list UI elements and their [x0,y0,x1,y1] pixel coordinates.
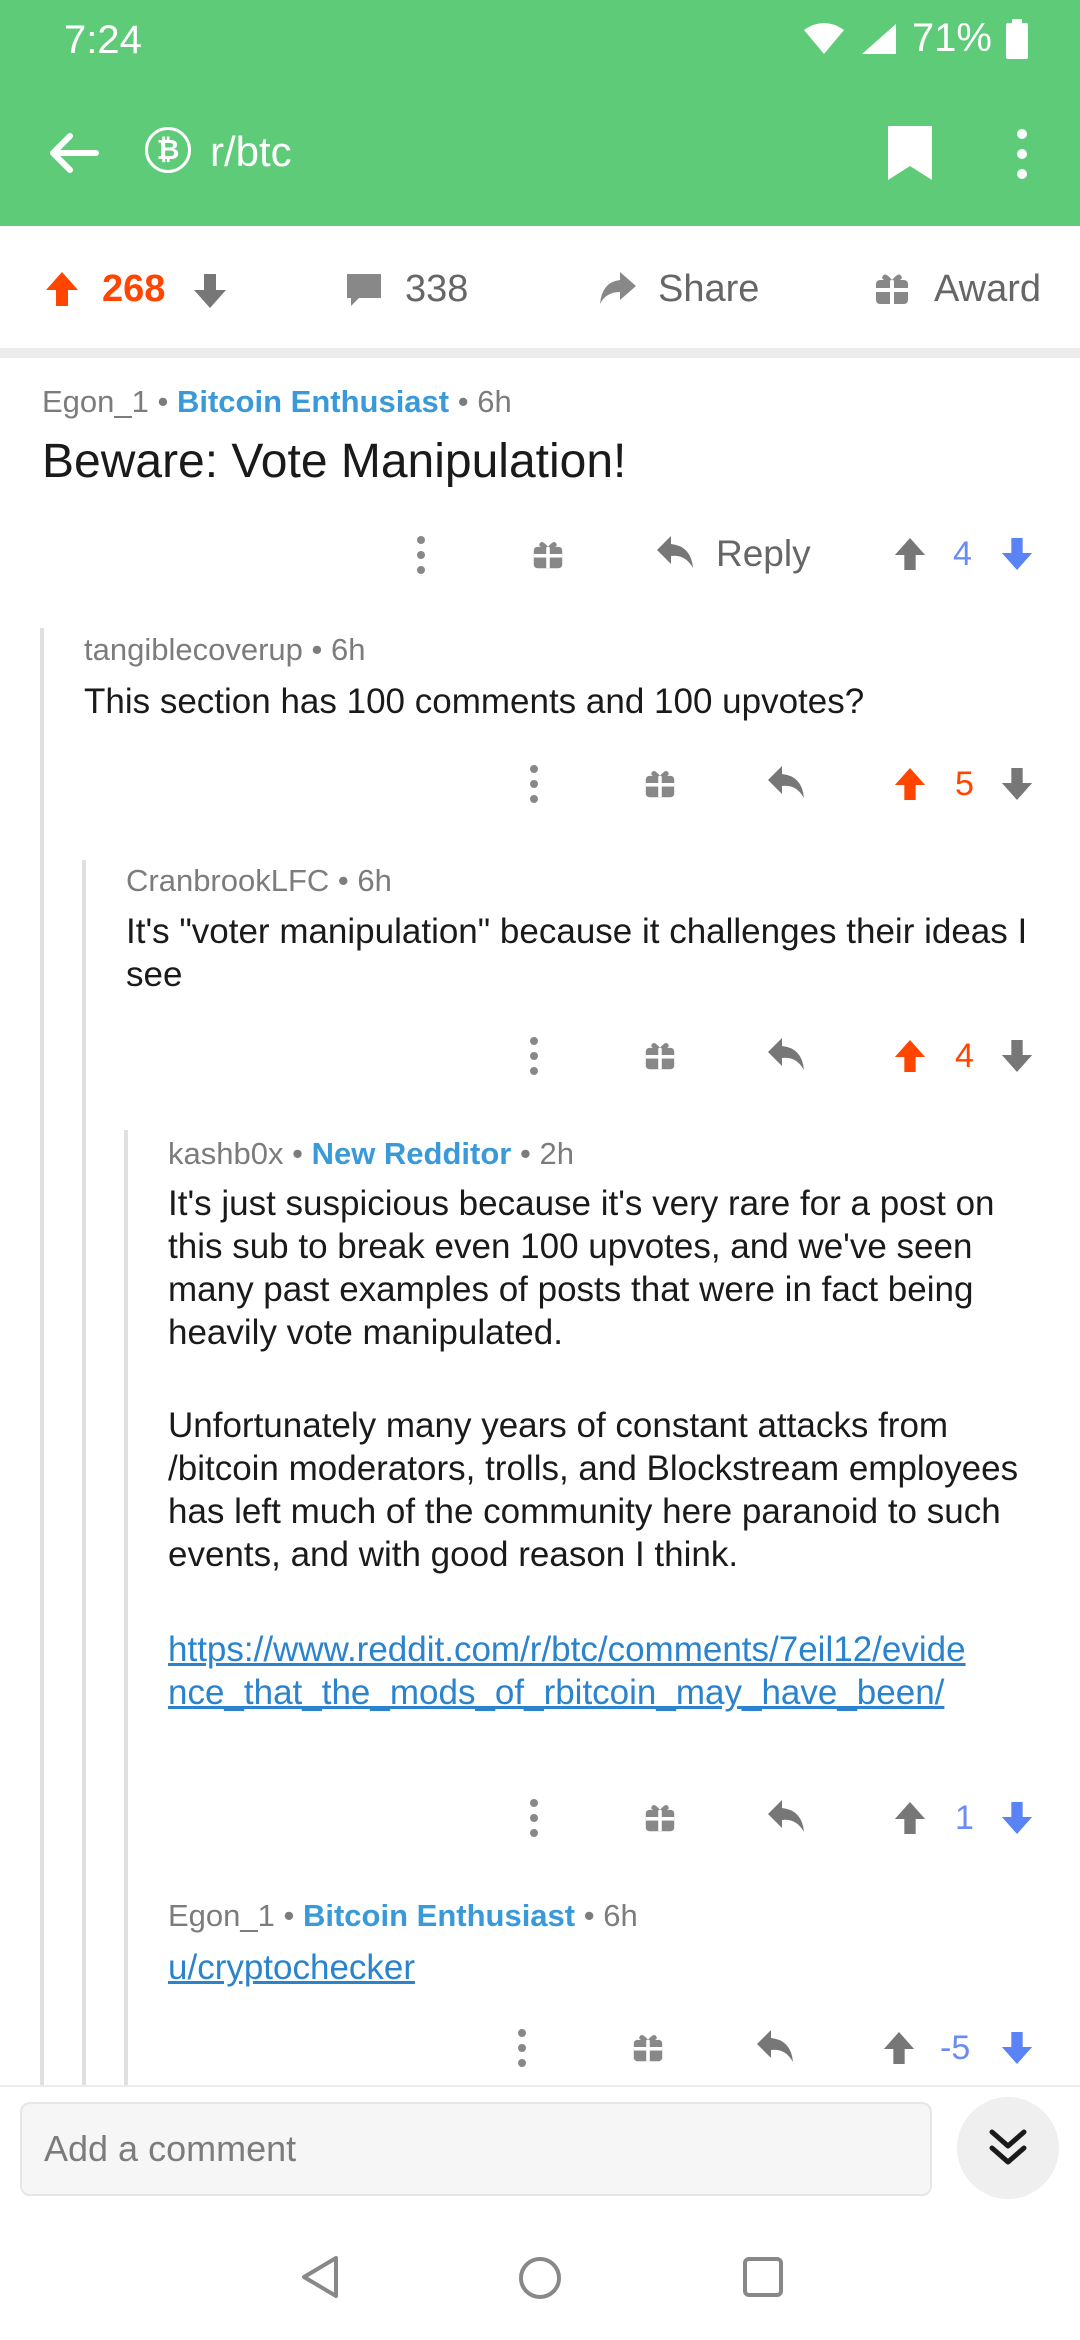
reply-label[interactable]: Reply [716,533,811,575]
more-icon[interactable] [527,764,541,804]
post-score: 268 [102,268,166,310]
thread-line [124,1130,128,2085]
battery-level: 71% [911,16,992,60]
timestamp: 2h [539,1136,574,1171]
comment-meta: kashb0x • New Redditor • 2h [168,1136,574,1171]
recents-nav-icon[interactable] [742,2256,784,2298]
comment-meta: Egon_1 • Bitcoin Enthusiast • 6h [42,384,512,419]
comment-body: It's "voter manipulation" because it cha… [126,912,1028,994]
signal-icon [861,23,896,54]
upvote-icon[interactable] [893,1800,927,1836]
comment-score: -5 [940,2029,971,2067]
wifi-icon [803,22,844,54]
comment-meta: CranbrookLFC • 6h [126,863,392,898]
timestamp: 6h [330,632,366,667]
reply-icon[interactable] [755,2028,795,2064]
reply-icon[interactable] [766,1798,806,1834]
upvote-icon[interactable] [893,536,927,572]
flair: Bitcoin Enthusiast [302,1898,576,1933]
status-icons: 71% [802,16,1028,61]
back-nav-icon[interactable] [298,2254,340,2300]
reply-icon[interactable] [766,764,806,800]
downvote-icon[interactable] [1000,766,1034,802]
post-title: Beware: Vote Manipulation! [42,435,627,488]
award-icon[interactable] [644,1039,676,1071]
add-comment-input[interactable]: Add a comment [20,2102,932,2196]
comment-meta: Egon_1 • Bitcoin Enthusiast • 6h [168,1898,638,1933]
home-nav-icon[interactable] [518,2256,562,2300]
bookmark-icon[interactable] [886,124,934,182]
subreddit-name[interactable]: r/btc [210,128,292,176]
downvote-icon[interactable] [1000,1800,1034,1836]
upvote-icon[interactable] [44,270,80,308]
chevron-double-down-icon [989,2129,1027,2165]
reply-icon[interactable] [655,534,695,570]
comment-meta: tangiblecoverup • 6h [84,632,366,667]
comment-score: 5 [955,765,974,803]
back-arrow-icon[interactable] [44,124,102,182]
award-icon[interactable] [532,538,564,570]
more-icon[interactable] [527,1798,541,1838]
author[interactable]: Egon_1 [42,384,149,419]
author[interactable]: kashb0x [168,1136,283,1171]
comment-score: 4 [955,1037,974,1075]
divider [0,348,1080,358]
thread-line [40,628,44,2085]
subreddit-icon[interactable]: ₿ [145,127,191,173]
more-vert-icon[interactable] [1010,128,1034,180]
battery-icon [1006,18,1028,59]
jump-down-button[interactable] [957,2097,1059,2199]
upvote-icon[interactable] [882,2030,916,2066]
timestamp: 6h [603,1898,638,1933]
comment-link[interactable]: https://www.reddit.com/r/btc/comments/7e… [168,1628,968,1714]
author[interactable]: CranbrookLFC [126,863,329,898]
comments-icon[interactable] [345,272,383,308]
author[interactable]: tangiblecoverup [84,632,303,667]
flair: Bitcoin Enthusiast [176,384,450,419]
award-label[interactable]: Award [934,268,1041,311]
downvote-icon[interactable] [1000,2030,1034,2066]
downvote-icon[interactable] [1000,1038,1034,1074]
award-icon[interactable] [644,1801,676,1833]
more-icon[interactable] [414,535,428,575]
comment-body: This section has 100 comments and 100 up… [84,682,865,721]
downvote-icon[interactable] [192,272,228,310]
thread-line [82,860,86,2085]
user-mention-link[interactable]: u/cryptochecker [168,1946,415,1989]
comment-paragraph: It's just suspicious because it's very r… [168,1184,995,1352]
author[interactable]: Egon_1 [168,1898,275,1933]
award-icon[interactable] [874,270,910,306]
reply-icon[interactable] [766,1036,806,1072]
upvote-icon[interactable] [893,766,927,802]
flair: New Redditor [311,1136,512,1171]
more-icon[interactable] [527,1036,541,1076]
comment-paragraph: Unfortunately many years of constant att… [168,1406,1019,1574]
comment-score: 4 [953,535,972,573]
more-icon[interactable] [515,2028,529,2068]
status-time: 7:24 [64,18,142,62]
upvote-icon[interactable] [893,1038,927,1074]
timestamp: 6h [477,384,512,419]
award-icon[interactable] [644,767,676,799]
comments-count[interactable]: 338 [405,268,468,311]
award-icon[interactable] [632,2031,664,2063]
share-icon[interactable] [596,268,638,308]
comment-score: 1 [955,1799,974,1837]
share-label[interactable]: Share [658,268,759,311]
timestamp: 6h [357,863,392,898]
downvote-icon[interactable] [1000,536,1034,572]
